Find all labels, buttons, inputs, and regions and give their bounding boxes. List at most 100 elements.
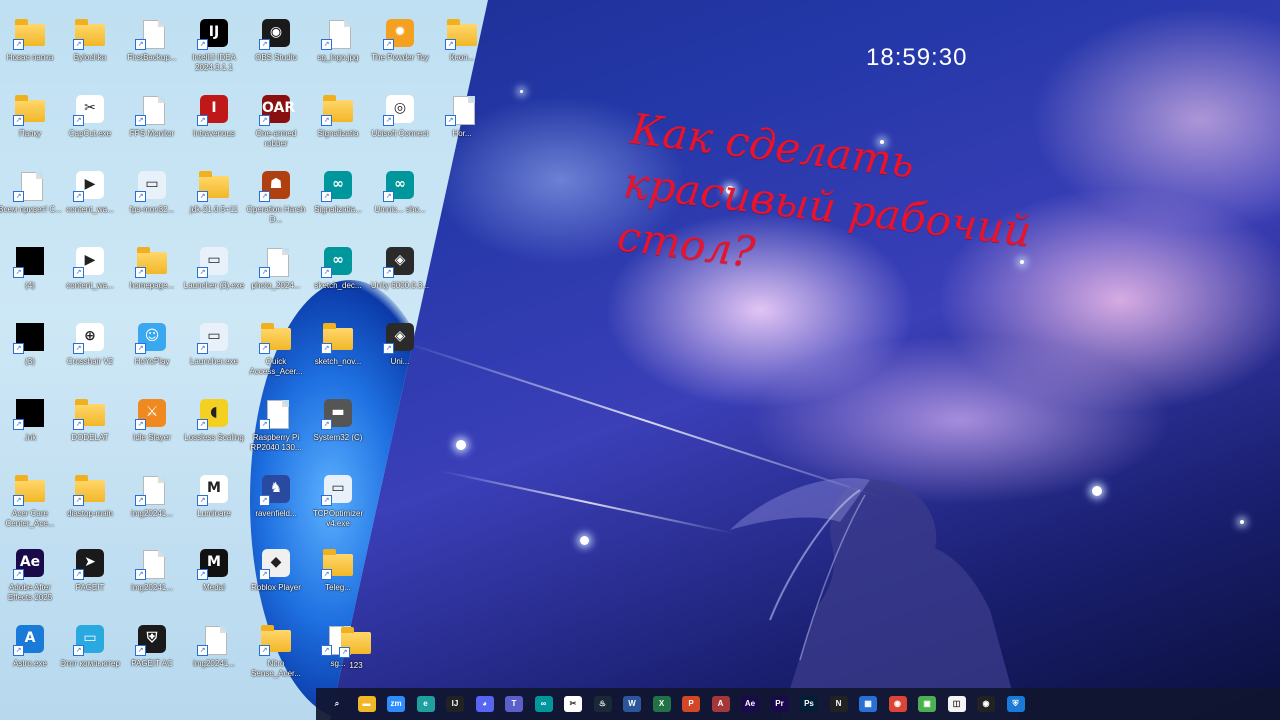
edge-icon[interactable]: e [416, 696, 435, 712]
desktop-icon[interactable]: ↗ FirstBackup... [120, 18, 184, 90]
this-pc-icon: ▭ ↗ [73, 624, 107, 656]
desktop-icon[interactable]: A ↗ Astro.exe [0, 624, 62, 696]
desktop-icon[interactable]: ◈ ↗ Unity 6000.0.3... [368, 246, 432, 318]
desktop-icon[interactable]: OAR ↗ One-armed robber [244, 94, 308, 166]
desktop-icon[interactable]: ◖ ↗ Lossless Scaling [182, 398, 246, 470]
photoshop-icon[interactable]: Ps [800, 696, 818, 712]
desktop-icon-label: sg_logo.jpg [317, 53, 359, 62]
desktop-icon-label: The Powder Toy [371, 53, 429, 62]
notion-icon[interactable]: N [829, 696, 848, 712]
word-icon[interactable]: W [623, 696, 641, 712]
capcut-icon[interactable]: ✂ [564, 696, 582, 712]
desktop-icon[interactable]: ▭ ↗ TCPOptimizer v4.exe [306, 474, 370, 546]
file-explorer-icon[interactable]: ▬ [357, 696, 376, 712]
desktop-icon[interactable]: ▭ ↗ Launcher.exe [182, 322, 246, 394]
desktop-icon[interactable]: ♞ ↗ ravenfield... [244, 474, 308, 546]
unity-icon: ◈ ↗ [383, 322, 417, 354]
desktop-icon[interactable]: ▶ ↗ content_wa... [58, 170, 122, 242]
desktop-icon[interactable]: ↗ sketch_nov... [306, 322, 370, 394]
desktop-icon[interactable]: ↗ FPS Monitor [120, 94, 184, 166]
intellij-icon[interactable]: IJ [446, 696, 464, 712]
exe-icon: ▭ ↗ [321, 474, 355, 506]
access-icon[interactable]: A [711, 696, 730, 712]
desktop-icon[interactable]: ⛨ ↗ PAGEIT AC [120, 624, 184, 696]
desktop-icon[interactable]: ↗ Папку [0, 94, 62, 166]
desktop-icon-label: FPS Monitor [129, 129, 175, 138]
desktop-icon[interactable]: ▭ ↗ Launcher (3).exe [182, 246, 246, 318]
desktop-icon[interactable]: ↗ DODELAT [58, 398, 122, 470]
discord-icon[interactable]: ◕ [475, 696, 494, 712]
obs-icon[interactable]: ◉ [977, 696, 995, 712]
desktop-icon[interactable]: M ↗ Medal [182, 548, 246, 620]
desktop-icon[interactable]: ↗ .lnk [0, 398, 62, 470]
desktop-icon[interactable]: ↗ (3) [0, 322, 62, 394]
desktop-icon[interactable]: ↗ Quick Access_Acer... [244, 322, 308, 394]
desktop-icon[interactable]: ☗ ↗ Operation Harsh D... [244, 170, 308, 242]
desktop-icon[interactable]: ↗ jdk-21.0.5+11 [182, 170, 246, 242]
steam-icon[interactable]: ♨ [593, 696, 612, 712]
desktop-icon[interactable]: ↗ homepage... [120, 246, 184, 318]
defender-icon[interactable]: ⛨ [1006, 696, 1025, 712]
desktop-icon[interactable]: ↗ Acer Care Center_Ace... [0, 474, 62, 546]
desktop-icon[interactable]: ↗ Raspberry Pi RP2040 130... [244, 398, 308, 470]
store-icon[interactable]: ◫ [947, 696, 966, 712]
search-icon[interactable]: ⌕ [328, 696, 346, 712]
desktop-icon[interactable]: ▭ ↗ Этот компьютер [58, 624, 122, 696]
desktop-icon[interactable]: ✂ ↗ CapCut.exe [58, 94, 122, 166]
desktop-icon[interactable]: ◈ ↗ Uni... [368, 322, 432, 394]
shortcut-arrow-icon: ↗ [321, 569, 332, 580]
desktop-icon-label: PAGEIT AC [131, 659, 173, 668]
desktop-icon-label: jdk-21.0.5+11 [189, 205, 239, 214]
desktop-icon[interactable]: ↗ photo_2024... [244, 246, 308, 318]
desktop-icon[interactable]: ✹ ↗ The Powder Toy [368, 18, 432, 90]
desktop-icon[interactable]: ↗ Новая папка [0, 18, 62, 90]
shortcut-arrow-icon: ↗ [73, 419, 84, 430]
desktop-icon[interactable]: ↗ Hor... [430, 94, 494, 166]
desktop-icon[interactable]: ∞ ↗ sketch_dec... [306, 246, 370, 318]
minecraft-icon[interactable]: ▣ [918, 696, 936, 712]
desktop-icon[interactable]: ↗ Bylochka [58, 18, 122, 90]
video-icon: ▶ ↗ [73, 170, 107, 202]
desktop-icon[interactable]: ∞ ↗ Umnic... sho... [368, 170, 432, 242]
chrome-icon[interactable]: ◉ [888, 696, 907, 712]
desktop-icon[interactable]: ▬ ↗ System32 (C) [306, 398, 370, 470]
desktop-icon[interactable]: ↗ Кноп... [430, 18, 494, 90]
shortcut-arrow-icon: ↗ [13, 495, 24, 506]
desktop-icon[interactable]: Ae ↗ Adobe After Effects 2025 [0, 548, 62, 620]
desktop-icon[interactable]: ↗ Signalizatia [306, 94, 370, 166]
desktop-icon[interactable]: ◉ ↗ OBS Studio [244, 18, 308, 90]
desktop-icon[interactable]: ◎ ↗ Ubisoft Connect [368, 94, 432, 166]
widgets-icon[interactable]: ▦ [859, 696, 877, 712]
desktop-icon[interactable]: ⚔ ↗ Idle Slayer [120, 398, 184, 470]
desktop-icon[interactable]: ↗ img20241... [182, 624, 246, 696]
desktop-icon[interactable]: ↗ img20241... [120, 548, 184, 620]
desktop-icon[interactable]: ∞ ↗ Signalizatia... [306, 170, 370, 242]
desktop-icon[interactable]: ▶ ↗ content_wa... [58, 246, 122, 318]
desktop-icon[interactable]: ⊕ ↗ Crosshair V2 [58, 322, 122, 394]
premiere-icon[interactable]: Pr [770, 696, 789, 712]
desktop-icon[interactable]: ▭ ↗ fps-mon32... [120, 170, 184, 242]
desktop-icon[interactable]: ↗ Teleg... [306, 548, 370, 620]
teams-icon[interactable]: T [505, 696, 523, 712]
desktop-icon[interactable]: ↗ img20241... [120, 474, 184, 546]
desktop-icon[interactable]: ↗ (4) [0, 246, 62, 318]
desktop-icon[interactable]: ◆ ↗ Roblox Player [244, 548, 308, 620]
arduino-icon[interactable]: ∞ [534, 696, 553, 712]
zoom-icon[interactable]: zm [387, 696, 405, 712]
image-file-icon: ↗ [135, 548, 169, 580]
desktop-icon[interactable]: I ↗ Intravenous [182, 94, 246, 166]
shortcut-arrow-icon: ↗ [445, 115, 456, 126]
powerpoint-icon[interactable]: P [682, 696, 700, 712]
arduino-icon: ∞ ↗ [383, 170, 417, 202]
desktop-icon[interactable]: ➤ ↗ PAGEIT [58, 548, 122, 620]
desktop-icon[interactable]: ↗ Nitro Sense_Acer... [244, 624, 308, 696]
desktop-icon[interactable]: ↗ Всем привет! С... [0, 170, 62, 242]
desktop-icon[interactable]: ☺ ↗ HoYoPlay [120, 322, 184, 394]
desktop-icon[interactable]: ↗ diastop-main [58, 474, 122, 546]
after-effects-icon[interactable]: Ae [741, 696, 759, 712]
excel-icon[interactable]: X [652, 696, 671, 712]
desktop-icon[interactable]: M ↗ Luminare [182, 474, 246, 546]
desktop-icon-label: Этот компьютер [60, 659, 120, 668]
desktop-icon[interactable]: ↗ sg_logo.jpg [306, 18, 370, 90]
desktop-icon[interactable]: IJ ↗ IntelliJ IDEA 2024.3.1.1 [182, 18, 246, 90]
